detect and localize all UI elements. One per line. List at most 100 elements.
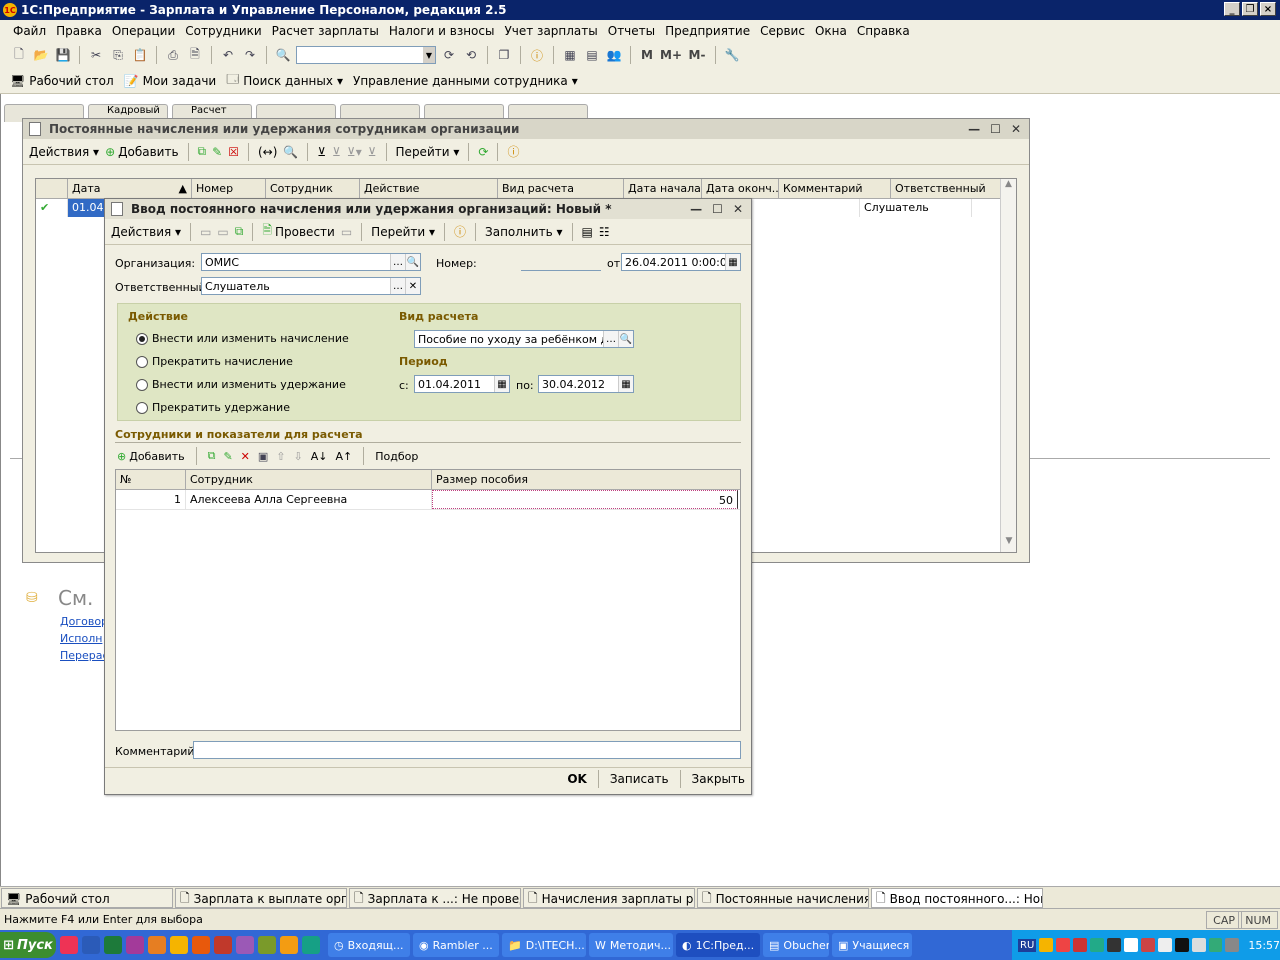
col-responsible[interactable]: Ответственный [891,179,1003,198]
close-icon[interactable]: ✕ [1011,122,1021,136]
window-tab-permanent-accruals[interactable]: 🗋Постоянные начисления ил... [697,888,869,908]
link-contract[interactable]: Договор [60,615,108,628]
menu-service[interactable]: Сервис [755,24,810,38]
table-row[interactable]: 1 Алексеева Алла Сергеевна 50 [116,490,740,510]
windows-icon[interactable]: ❐ [495,46,513,64]
memory-minus-button[interactable]: M- [686,46,708,64]
save-icon[interactable]: 💾 [54,46,72,64]
sort-asc-icon[interactable]: A↓ [311,450,328,463]
number-field[interactable] [521,253,601,271]
print-doc-icon[interactable]: ▭ [217,225,228,239]
close-icon[interactable]: ✕ [733,202,743,216]
col-comment[interactable]: Комментарий [779,179,891,198]
task-students[interactable]: ▣ Учащиеся [832,933,912,957]
edit-icon[interactable]: ✎ [223,450,232,463]
list-scrollbar[interactable]: ▲ ▼ [1000,179,1016,552]
interval-icon[interactable]: (↔) [258,145,277,159]
tray-monitor-icon[interactable] [1191,938,1206,952]
open-folder-icon[interactable]: 📂 [32,46,50,64]
task-rambler[interactable]: ◉ Rambler ... [413,933,499,957]
list-settings-icon[interactable]: ☷ [599,225,610,239]
col-employee[interactable]: Сотрудник [186,470,432,489]
copy-row-icon[interactable]: ⧉ [198,144,207,159]
save-doc-icon[interactable]: ▭ [200,225,211,239]
undo-icon[interactable]: ↶ [219,46,237,64]
calendar-icon[interactable]: ▦ [725,254,740,270]
menu-edit[interactable]: Правка [51,24,107,38]
row-employee[interactable]: Алексеева Алла Сергеевна [186,490,432,509]
help-icon[interactable]: ⓘ [507,143,519,160]
save-button[interactable]: Записать [610,772,669,786]
menu-reports[interactable]: Отчеты [603,24,660,38]
date-field[interactable]: 26.04.2011 0:00:00 ▦ [621,253,741,271]
radio-add-deduction[interactable]: Внести или изменить удержание [136,378,346,391]
radio-add-accrual[interactable]: Внести или изменить начисление [136,332,349,345]
opera-2-icon[interactable] [214,936,232,954]
fill-menu[interactable]: Заполнить ▾ [485,225,562,239]
print-icon[interactable]: ⎙ [164,46,182,64]
tray-google-icon[interactable] [1157,938,1172,952]
menu-operations[interactable]: Операции [107,24,180,38]
add-row-button[interactable]: ⊕ Добавить [117,450,185,463]
restore-button[interactable]: ❐ [1242,2,1258,16]
scroll-up-icon[interactable]: ▲ [1001,179,1016,195]
tray-device-icon[interactable] [1106,938,1121,952]
desktop-panel-button[interactable]: 🖥 Рабочий стол [10,74,114,88]
language-indicator[interactable]: RU [1018,938,1037,952]
help-icon[interactable]: ⓘ [454,223,466,240]
chevron-down-icon[interactable]: ▼ [423,47,435,63]
calendar-icon[interactable]: ▦ [494,376,509,392]
menu-file[interactable]: Файл [8,24,51,38]
word-icon[interactable] [82,936,100,954]
col-number[interactable]: № [116,470,186,489]
maximize-icon[interactable]: ☐ [990,122,1001,136]
post-button[interactable]: 🗎 Провести [262,221,334,242]
menu-payroll[interactable]: Расчет зарплаты [267,24,384,38]
search-icon[interactable]: 🔍 [405,254,420,270]
calculator-icon[interactable]: ▦ [561,46,579,64]
end-edit-icon[interactable]: ▣ [258,450,268,463]
task-folder[interactable]: 📁 D:\ITECH... [502,933,586,957]
structure-icon[interactable]: ▤ [582,225,593,239]
col-number[interactable]: Номер [192,179,266,198]
ellipsis-icon[interactable]: … [603,331,618,347]
actions-menu[interactable]: Действия ▾ [29,145,99,159]
opera-icon[interactable] [60,936,78,954]
goto-menu[interactable]: Перейти ▾ [396,145,460,159]
col-action[interactable]: Действие [360,179,498,198]
task-methodology[interactable]: W Методич... [589,933,673,957]
goto-menu[interactable]: Перейти ▾ [371,225,435,239]
menu-help[interactable]: Справка [852,24,915,38]
employee-data-button[interactable]: Управление данными сотрудника ▾ [353,74,578,88]
sort-desc-icon[interactable]: A↑ [335,450,352,463]
info-icon[interactable]: ⓘ [528,46,546,64]
new-document-icon[interactable]: 🗋 [10,46,28,64]
start-button[interactable]: ⊞ Пуск [0,932,56,958]
find-prev-icon[interactable]: ⟲ [462,46,480,64]
calendar-icon[interactable]: ▤ [583,46,601,64]
memory-plus-button[interactable]: M+ [660,46,682,64]
ok-button[interactable]: OK [567,772,587,786]
comment-field[interactable] [193,741,741,759]
col-date[interactable]: Дата ▲ [68,179,192,198]
col-end-date[interactable]: Дата оконч... [702,179,779,198]
skype-icon[interactable] [302,936,320,954]
link-recalc[interactable]: Перерас [60,649,109,662]
copy-icon[interactable]: ⎘ [109,46,127,64]
search-input[interactable]: ▼ [296,46,436,64]
minimize-icon[interactable]: — [968,122,980,136]
tray-clock-icon[interactable] [1039,938,1054,952]
tray-security-icon[interactable] [1225,938,1240,952]
task-obuchen[interactable]: ▤Obuchen ... [763,933,829,957]
paste-icon[interactable]: 📋 [131,46,149,64]
data-search-button[interactable]: 🗔 Поиск данных ▾ [226,70,343,91]
search-icon[interactable]: 🔍 [618,331,633,347]
menu-employees[interactable]: Сотрудники [180,24,266,38]
col-calc-type[interactable]: Вид расчета [498,179,624,198]
menu-taxes[interactable]: Налоги и взносы [384,24,500,38]
move-up-icon[interactable]: ⇧ [276,450,285,463]
calc-type-field[interactable]: Пособие по уходу за ребёнком до 3 … 🔍 [414,330,634,348]
tray-volume-icon[interactable] [1123,938,1138,952]
period-from-field[interactable]: 01.04.2011 ▦ [414,375,510,393]
edit-icon[interactable]: ✎ [212,145,222,159]
